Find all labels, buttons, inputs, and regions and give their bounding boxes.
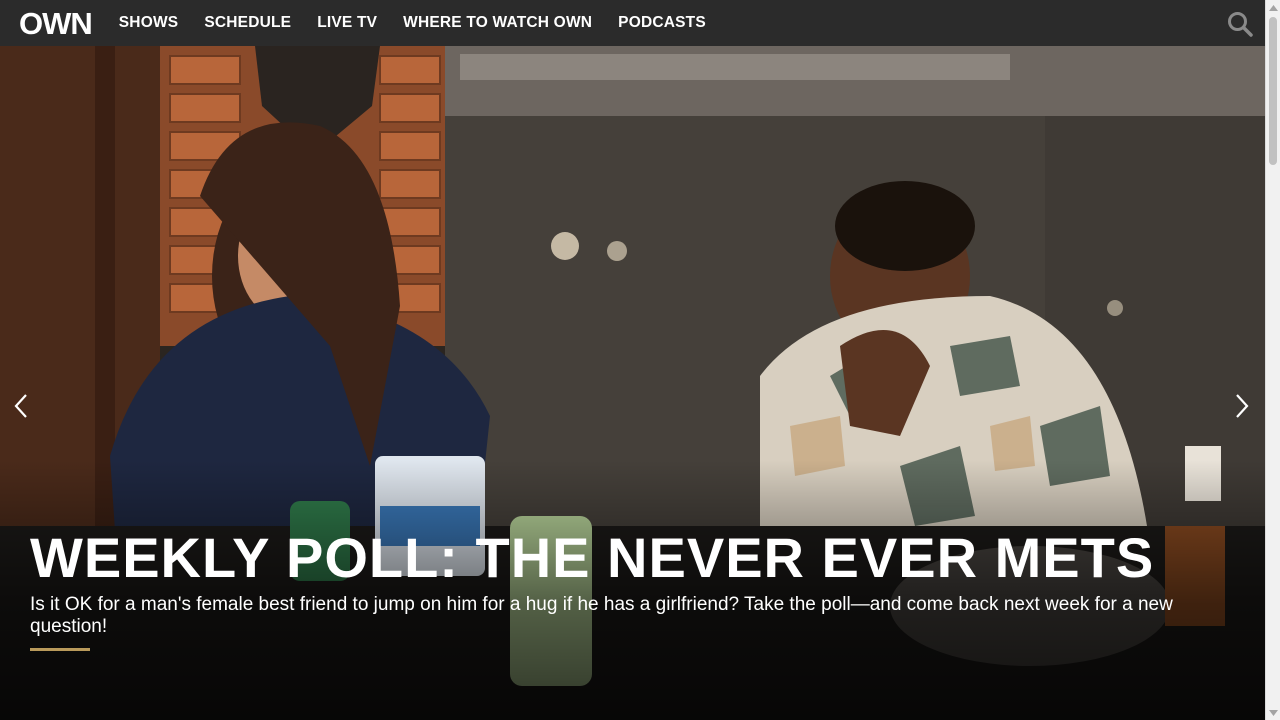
scrollbar-thumb[interactable] bbox=[1269, 17, 1277, 165]
hero-title[interactable]: WEEKLY POLL: THE NEVER EVER METS bbox=[30, 526, 1245, 590]
hero-description: Is it OK for a man's female best friend … bbox=[30, 594, 1173, 637]
accent-divider bbox=[30, 648, 90, 651]
chevron-left-icon[interactable] bbox=[6, 386, 36, 426]
top-navigation: OWN SHOWS SCHEDULE LIVE TV WHERE TO WATC… bbox=[0, 0, 1265, 46]
chevron-right-icon[interactable] bbox=[1227, 386, 1257, 426]
nav-item-live-tv[interactable]: LIVE TV bbox=[317, 14, 377, 32]
scroll-down-arrow-icon[interactable] bbox=[1266, 705, 1280, 720]
nav-item-schedule[interactable]: SCHEDULE bbox=[204, 14, 291, 32]
nav-item-shows[interactable]: SHOWS bbox=[119, 14, 179, 32]
hero-more-link[interactable] bbox=[30, 659, 1245, 673]
nav-item-where-to-watch[interactable]: WHERE TO WATCH OWN bbox=[403, 14, 592, 32]
main-nav: SHOWS SCHEDULE LIVE TV WHERE TO WATCH OW… bbox=[119, 14, 732, 32]
search-icon[interactable] bbox=[1226, 10, 1254, 38]
nav-item-podcasts[interactable]: PODCASTS bbox=[618, 14, 706, 32]
hero-caption: WEEKLY POLL: THE NEVER EVER METS Is it O… bbox=[30, 526, 1245, 673]
own-logo[interactable]: OWN bbox=[19, 8, 93, 39]
page-scrollbar[interactable] bbox=[1265, 0, 1280, 720]
scroll-up-arrow-icon[interactable] bbox=[1266, 0, 1280, 15]
